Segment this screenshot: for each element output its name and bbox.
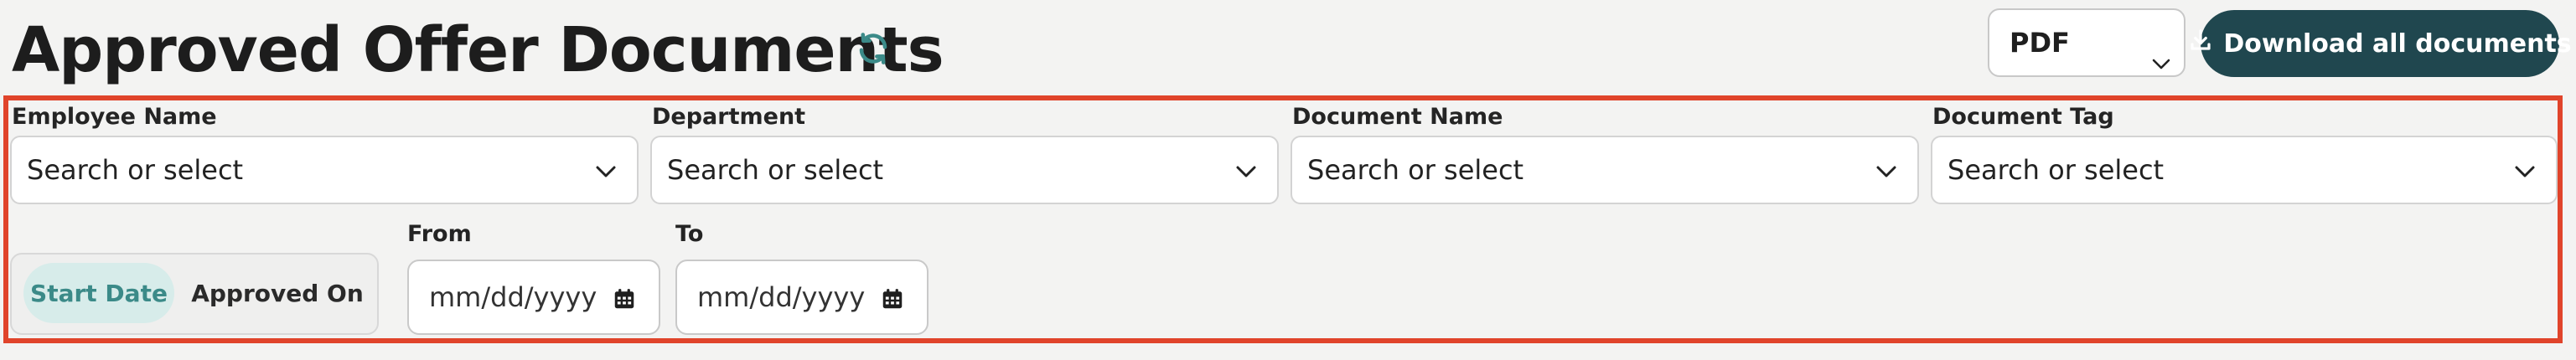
department-label: Department [652,104,806,130]
chevron-down-icon [593,159,618,191]
format-select-value: PDF [2010,27,2070,59]
department-dropdown[interactable]: Search or select [650,136,1279,204]
to-date-input[interactable]: mm/dd/yyyy [675,260,928,335]
employee-name-label: Employee Name [12,104,217,130]
filter-panel [3,95,2563,343]
refresh-icon[interactable] [855,30,892,67]
toggle-approved-on[interactable]: Approved On [183,263,372,323]
from-date-input[interactable]: mm/dd/yyyy [407,260,660,335]
chevron-down-icon [2512,159,2537,191]
employee-name-placeholder: Search or select [27,154,244,186]
document-name-placeholder: Search or select [1307,154,1524,186]
document-name-dropdown[interactable]: Search or select [1291,136,1919,204]
employee-name-dropdown[interactable]: Search or select [10,136,639,204]
document-name-label: Document Name [1292,104,1503,130]
document-tag-placeholder: Search or select [1948,154,2165,186]
download-all-label: Download all documents [2223,28,2572,59]
to-date-label: To [675,221,704,247]
from-date-placeholder: mm/dd/yyyy [429,281,597,313]
date-type-toggle: Start Date Approved On [10,253,379,335]
calendar-icon[interactable] [612,286,637,318]
download-all-button[interactable]: Download all documents [2191,10,2572,77]
chevron-down-icon [2152,45,2170,77]
page-title: Approved Offer Documents [12,14,944,86]
department-placeholder: Search or select [667,154,884,186]
chevron-down-icon [1234,159,1259,191]
download-icon [2188,28,2213,59]
document-tag-dropdown[interactable]: Search or select [1931,136,2558,204]
to-date-placeholder: mm/dd/yyyy [697,281,866,313]
chevron-down-icon [1874,159,1899,191]
calendar-icon[interactable] [880,286,905,318]
format-select[interactable]: PDF [1988,8,2185,77]
toggle-start-date[interactable]: Start Date [23,263,174,323]
document-tag-label: Document Tag [1932,104,2114,130]
from-date-label: From [407,221,472,247]
